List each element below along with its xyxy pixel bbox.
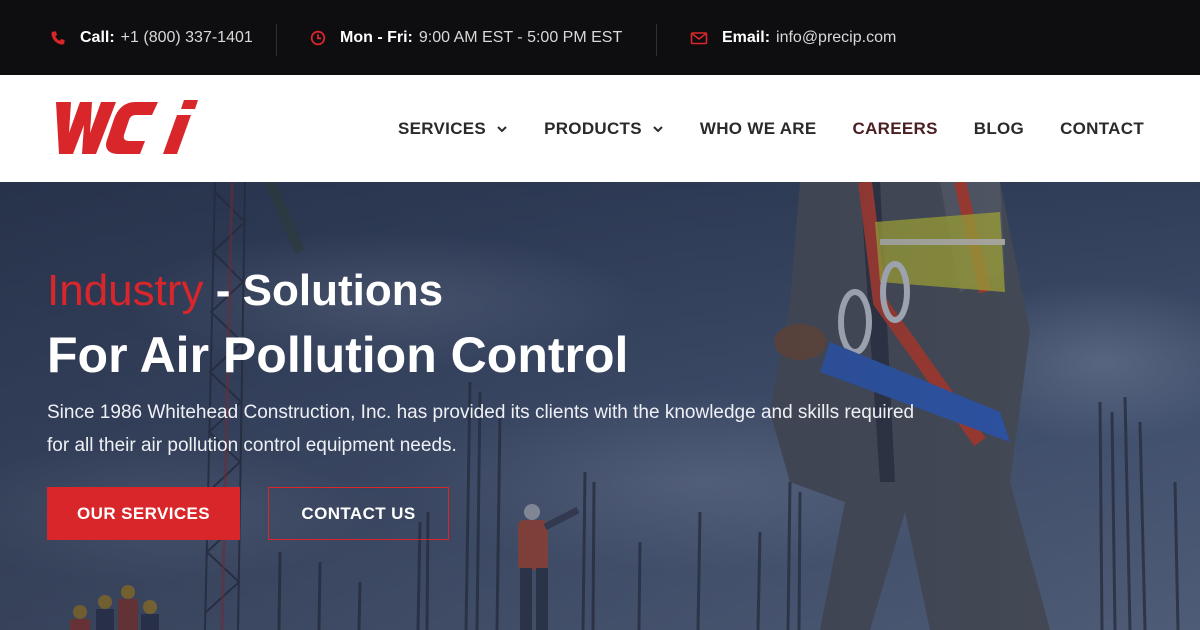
call-label: Call: bbox=[80, 29, 115, 46]
main-navbar: SERVICES PRODUCTS WHO WE ARE CAREERS BLO… bbox=[0, 75, 1200, 182]
nav-item-careers[interactable]: CAREERS bbox=[853, 119, 938, 139]
email-label: Email: bbox=[722, 29, 771, 46]
clock-icon bbox=[310, 30, 326, 46]
phone-icon bbox=[50, 30, 66, 46]
hero-headline-accent: Industry bbox=[47, 266, 204, 315]
nav-item-who-we-are[interactable]: WHO WE ARE bbox=[700, 119, 817, 139]
divider bbox=[276, 24, 277, 56]
contact-us-button[interactable]: CONTACT US bbox=[268, 487, 449, 540]
wci-logo[interactable] bbox=[46, 97, 202, 159]
nav-label: WHO WE ARE bbox=[699, 118, 817, 138]
nav-item-products[interactable]: PRODUCTS bbox=[544, 119, 664, 139]
nav-label: CONTACT bbox=[1060, 118, 1144, 138]
top-info-bar: Call: +1 (800) 337-1401 Mon - Fri: 9:00 … bbox=[0, 0, 1200, 75]
nav-label: BLOG bbox=[973, 118, 1025, 138]
hours-label: Mon - Fri: bbox=[340, 29, 413, 46]
nav-item-contact[interactable]: CONTACT bbox=[1060, 119, 1144, 139]
our-services-button[interactable]: OUR SERVICES bbox=[47, 487, 240, 540]
primary-nav: SERVICES PRODUCTS WHO WE ARE CAREERS BLO… bbox=[362, 75, 1144, 182]
nav-label: CAREERS bbox=[852, 118, 938, 138]
call-info[interactable]: Call: +1 (800) 337-1401 bbox=[50, 22, 253, 54]
call-number[interactable]: +1 (800) 337-1401 bbox=[121, 29, 253, 47]
email-info[interactable]: Email: info@precip.com bbox=[690, 22, 896, 54]
chevron-down-icon bbox=[652, 123, 664, 135]
nav-label: PRODUCTS bbox=[544, 118, 642, 138]
hours-info: Mon - Fri: 9:00 AM EST - 5:00 PM EST bbox=[310, 22, 622, 54]
hero-headline-rest: - Solutions bbox=[203, 266, 444, 315]
nav-item-blog[interactable]: BLOG bbox=[974, 119, 1024, 139]
hero-headline-line1: Industry - Solutions bbox=[47, 266, 443, 316]
hero-headline-line2: For Air Pollution Control bbox=[47, 327, 629, 383]
nav-label: SERVICES bbox=[398, 118, 487, 138]
email-address[interactable]: info@precip.com bbox=[776, 29, 896, 47]
envelope-icon bbox=[690, 30, 708, 46]
hours-value: 9:00 AM EST - 5:00 PM EST bbox=[418, 29, 623, 46]
divider bbox=[656, 24, 657, 56]
chevron-down-icon bbox=[496, 123, 508, 135]
nav-item-services[interactable]: SERVICES bbox=[398, 119, 508, 139]
hero-description: Since 1986 Whitehead Construction, Inc. … bbox=[47, 402, 915, 456]
